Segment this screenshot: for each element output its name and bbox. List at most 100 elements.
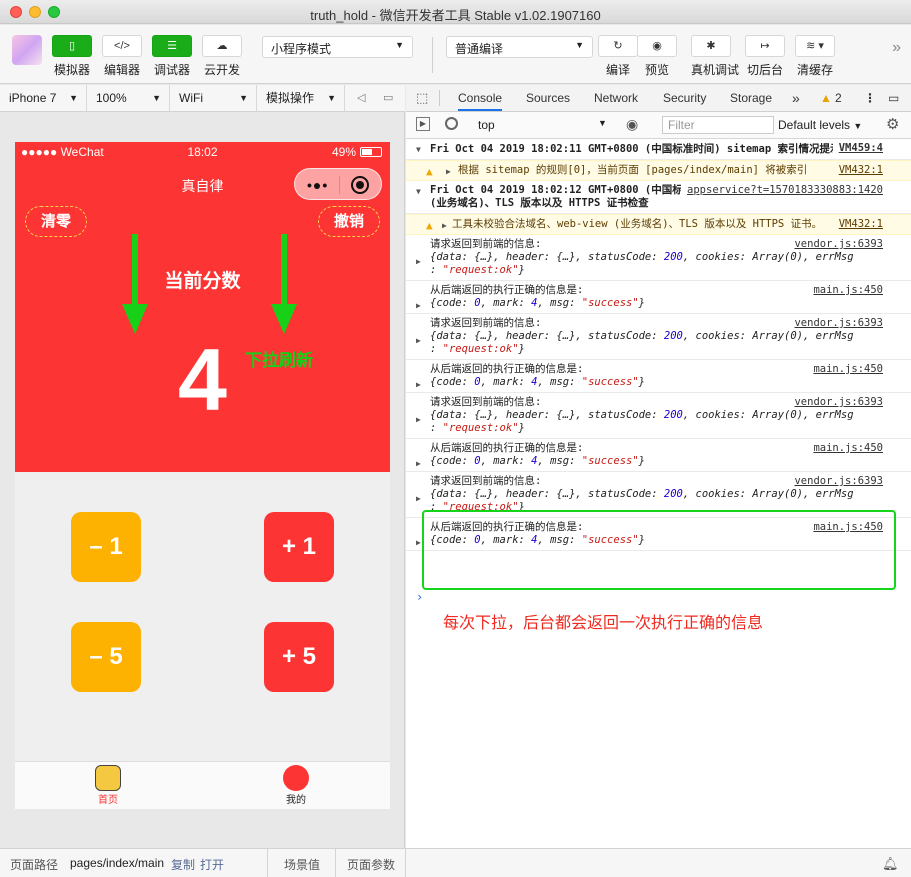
zoom-select[interactable]: 100% ▼ bbox=[87, 85, 170, 111]
expand-triangle-icon[interactable]: ▶ bbox=[416, 378, 421, 391]
clear-console-icon[interactable] bbox=[445, 117, 458, 130]
console-filter-bar: ▶ top ▼ ◉ Filter Default levels ▼ ⚙ bbox=[406, 112, 911, 139]
source-link[interactable]: VM432:1 bbox=[832, 218, 883, 231]
page-params-button[interactable]: 页面参数 bbox=[347, 856, 395, 873]
gear-icon[interactable]: ⚙ bbox=[886, 115, 899, 133]
chevron-down-icon[interactable]: ▼ bbox=[598, 118, 607, 128]
expand-triangle-icon[interactable]: ▶ bbox=[416, 413, 421, 426]
eye-icon: ◉ bbox=[637, 35, 677, 57]
remote-debug-button[interactable]: ✱ 真机调试 bbox=[691, 35, 740, 78]
source-link[interactable]: main.js:450 bbox=[807, 442, 883, 455]
undo-button[interactable]: 撤销 bbox=[318, 206, 380, 237]
expand-triangle-icon[interactable]: ▼ bbox=[416, 185, 421, 198]
log-request-entry: 请求返回到前端的信息: vendor.js:6393 ▶ {data: {…},… bbox=[406, 393, 911, 439]
battery-icon bbox=[360, 147, 382, 157]
copy-path-link[interactable]: 复制 bbox=[171, 856, 195, 873]
minus-1-button[interactable]: – 1 bbox=[71, 512, 141, 582]
expand-triangle-icon[interactable]: ▶ bbox=[446, 165, 451, 178]
expand-triangle-icon[interactable]: ▶ bbox=[416, 255, 421, 268]
sidebar-toggle-icon[interactable]: ▶ bbox=[416, 117, 430, 131]
source-link[interactable]: main.js:450 bbox=[807, 363, 883, 376]
source-link[interactable]: vendor.js:6393 bbox=[788, 317, 883, 330]
plus-5-button[interactable]: + 5 bbox=[264, 622, 334, 692]
toolbar-divider bbox=[432, 37, 433, 73]
tab-storage[interactable]: Storage bbox=[730, 85, 772, 111]
screen-icon[interactable]: ▭ bbox=[383, 91, 393, 104]
close-target-icon[interactable] bbox=[351, 176, 369, 194]
page-path-label: 页面路径 bbox=[10, 858, 59, 872]
background-button[interactable]: ↦ 切后台 bbox=[745, 35, 785, 78]
expand-triangle-icon[interactable]: ▶ bbox=[416, 457, 421, 470]
more-dots-icon[interactable]: •●• bbox=[307, 177, 328, 193]
cloud-icon: ☁ bbox=[202, 35, 242, 57]
bell-icon[interactable]: 🔔︎ bbox=[882, 856, 899, 872]
source-link[interactable]: VM459:4 bbox=[832, 142, 883, 155]
source-link[interactable]: vendor.js:6393 bbox=[788, 238, 883, 251]
console-warning: ▲ ▶ 根据 sitemap 的规则[0]，当前页面 [pages/index/… bbox=[406, 160, 911, 181]
chevron-down-icon: ▼ bbox=[152, 93, 161, 103]
console-group[interactable]: ▼ Fri Oct 04 2019 18:02:12 GMT+0800 (中国标… bbox=[406, 181, 911, 214]
simulate-ops-select[interactable]: 模拟操作 ▼ bbox=[257, 85, 345, 111]
switch-icon: ↦ bbox=[745, 35, 785, 57]
chevron-down-icon: ▼ bbox=[853, 121, 863, 131]
kebab-menu-icon[interactable]: ⋮ bbox=[864, 85, 876, 111]
scene-value-button[interactable]: 场景值 bbox=[284, 856, 320, 873]
tab-network[interactable]: Network bbox=[594, 85, 638, 111]
tab-mine[interactable]: 我的 bbox=[266, 765, 326, 806]
more-chevron-icon[interactable]: » bbox=[892, 39, 901, 57]
cloud-dev-button[interactable]: ☁ 云开发 bbox=[202, 35, 242, 78]
compile-mode-select[interactable]: 普通编译 ▼ bbox=[446, 36, 593, 58]
plus-1-button[interactable]: + 1 bbox=[264, 512, 334, 582]
expand-triangle-icon[interactable]: ▼ bbox=[416, 143, 421, 156]
console-filter-input[interactable]: Filter bbox=[662, 116, 774, 134]
open-path-link[interactable]: 打开 bbox=[200, 856, 224, 873]
tab-sources[interactable]: Sources bbox=[526, 85, 570, 111]
console-prompt-icon[interactable]: › bbox=[416, 590, 423, 604]
minus-5-button[interactable]: – 5 bbox=[71, 622, 141, 692]
battery-percent: 49% bbox=[331, 145, 356, 159]
score-value: 4 bbox=[178, 330, 227, 429]
background-label: 切后台 bbox=[746, 63, 783, 77]
source-link[interactable]: vendor.js:6393 bbox=[788, 475, 883, 488]
source-link[interactable]: appservice?t=1570183330883:1420 bbox=[681, 184, 883, 197]
tab-security[interactable]: Security bbox=[663, 85, 706, 111]
mode-select[interactable]: 小程序模式 ▼ bbox=[262, 36, 413, 58]
eye-icon[interactable]: ◉ bbox=[626, 116, 638, 133]
context-select[interactable]: top bbox=[478, 118, 495, 132]
simulator-toggle[interactable]: ▯ 模拟器 bbox=[52, 35, 92, 78]
more-tabs-icon[interactable]: » bbox=[792, 85, 800, 111]
source-link[interactable]: main.js:450 bbox=[807, 521, 883, 534]
expand-triangle-icon[interactable]: ▶ bbox=[416, 334, 421, 347]
clear-button[interactable]: 清零 bbox=[25, 206, 87, 237]
chevron-down-icon: ▼ bbox=[327, 93, 336, 103]
user-avatar[interactable] bbox=[12, 35, 42, 65]
remote-debug-label: 真机调试 bbox=[691, 63, 740, 77]
window-titlebar: truth_hold - 微信开发者工具 Stable v1.02.190716… bbox=[0, 0, 911, 24]
log-levels-select[interactable]: Default levels ▼ bbox=[778, 118, 862, 132]
dock-icon[interactable]: ▭ bbox=[888, 85, 899, 111]
debugger-toggle[interactable]: ☰ 调试器 bbox=[152, 35, 192, 78]
clear-cache-button[interactable]: ≋ ▾ 清缓存 bbox=[795, 35, 835, 78]
device-select[interactable]: iPhone 7 ▼ bbox=[0, 85, 87, 111]
volume-icon[interactable]: ◁ bbox=[357, 91, 365, 104]
tab-console[interactable]: Console bbox=[458, 85, 503, 111]
expand-triangle-icon[interactable]: ▶ bbox=[416, 536, 421, 549]
network-select[interactable]: WiFi ▼ bbox=[170, 85, 257, 111]
expand-triangle-icon[interactable]: ▶ bbox=[416, 492, 421, 505]
preview-button[interactable]: ◉ 预览 bbox=[637, 35, 677, 78]
log-response-entry: 从后端返回的执行正确的信息是: main.js:450 ▶ {code: 0, … bbox=[406, 439, 911, 472]
expand-triangle-icon[interactable]: ▶ bbox=[416, 299, 421, 312]
expand-triangle-icon[interactable]: ▶ bbox=[442, 219, 447, 232]
tab-home[interactable]: 首页 bbox=[78, 765, 138, 806]
console-group[interactable]: ▼ Fri Oct 04 2019 18:02:11 GMT+0800 (中国标… bbox=[406, 139, 911, 160]
warning-icon[interactable]: ▲ bbox=[820, 85, 832, 111]
source-link[interactable]: VM432:1 bbox=[832, 164, 883, 177]
source-link[interactable]: vendor.js:6393 bbox=[788, 396, 883, 409]
phone-screen: ●●●●● WeChat 18:02 49% 真自律 •●• 清零 撤销 当前分… bbox=[15, 142, 390, 809]
score-header: ●●●●● WeChat 18:02 49% 真自律 •●• 清零 撤销 当前分… bbox=[15, 142, 390, 472]
page-path-value: pages/index/main bbox=[70, 856, 165, 870]
editor-toggle[interactable]: </> 编辑器 bbox=[102, 35, 142, 78]
source-link[interactable]: main.js:450 bbox=[807, 284, 883, 297]
inspect-icon[interactable]: ⬚ bbox=[416, 85, 428, 111]
compile-button[interactable]: ↻ 编译 bbox=[598, 35, 638, 78]
